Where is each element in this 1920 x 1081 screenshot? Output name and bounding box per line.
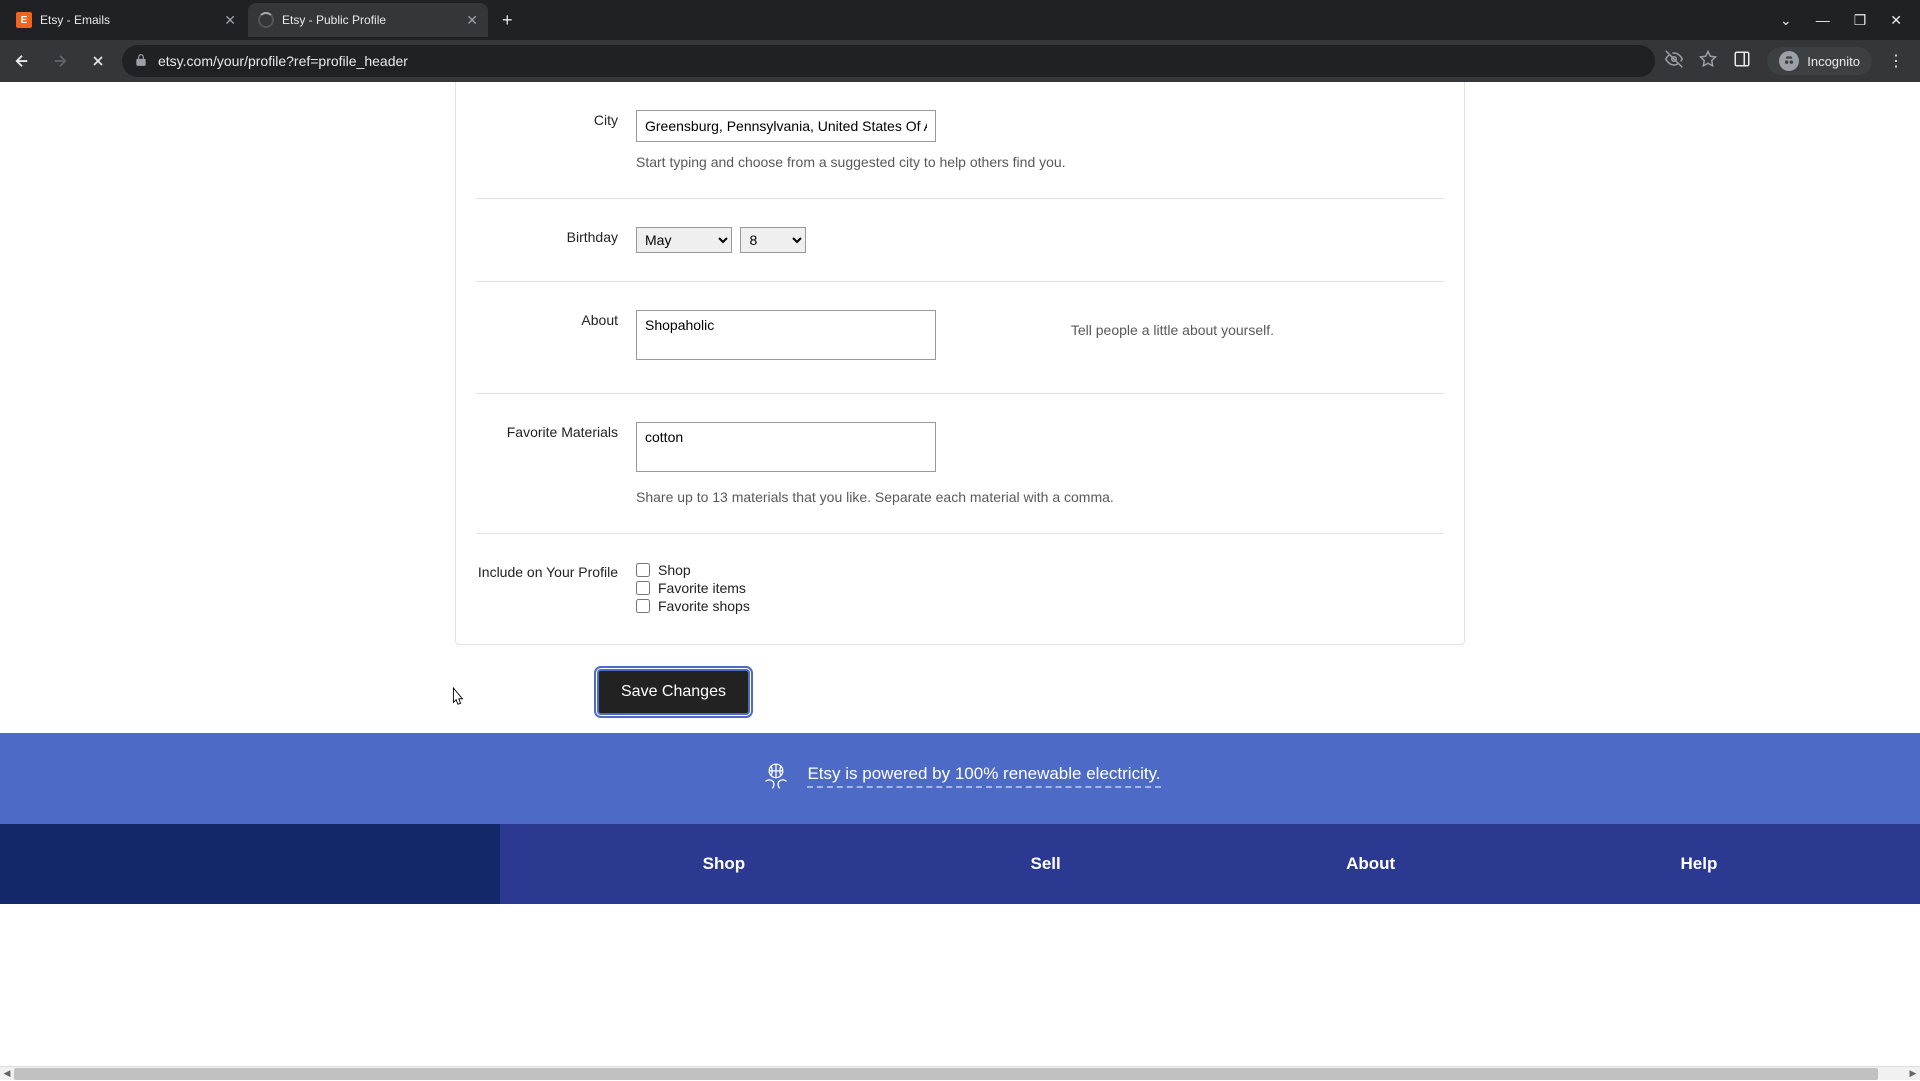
footer-col-help[interactable]: Help [1680, 854, 1717, 874]
new-tab-button[interactable]: + [490, 10, 525, 31]
tab-bar: E Etsy - Emails ✕ Etsy - Public Profile … [0, 0, 1920, 40]
checkbox-label: Favorite shops [658, 598, 750, 614]
browser-toolbar: etsy.com/your/profile?ref=profile_header… [0, 40, 1920, 82]
checkbox-fav-shops[interactable]: Favorite shops [636, 598, 1444, 614]
materials-textarea[interactable]: cotton [636, 422, 936, 472]
chevron-down-icon[interactable]: ⌄ [1780, 12, 1792, 29]
materials-label: Favorite Materials [476, 422, 636, 505]
window-controls: ⌄ — ❐ ✕ [1780, 12, 1920, 29]
footer-left-panel [0, 824, 500, 904]
checkbox-shop[interactable]: Shop [636, 562, 1444, 578]
birthday-label: Birthday [476, 227, 636, 253]
lock-icon [134, 53, 148, 70]
footer-banner: Etsy is powered by 100% renewable electr… [0, 733, 1920, 824]
horizontal-scrollbar[interactable]: ◀ ▶ [0, 1066, 1920, 1080]
birthday-day-select[interactable]: 8 [740, 227, 806, 253]
page-content: City Start typing and choose from a sugg… [0, 82, 1920, 1066]
address-bar[interactable]: etsy.com/your/profile?ref=profile_header [122, 45, 1655, 77]
include-row: Include on Your Profile Shop Favorite it… [476, 534, 1444, 644]
scroll-left-arrow[interactable]: ◀ [0, 1067, 14, 1081]
incognito-icon [1779, 51, 1799, 71]
footer-col-shop[interactable]: Shop [703, 854, 746, 874]
birthday-month-select[interactable]: May [636, 227, 732, 253]
eye-off-icon[interactable] [1665, 50, 1683, 73]
city-input[interactable] [636, 110, 936, 142]
url-text: etsy.com/your/profile?ref=profile_header [158, 53, 408, 69]
city-label: City [476, 110, 636, 170]
close-icon[interactable]: ✕ [224, 12, 236, 29]
about-textarea[interactable]: Shopaholic [636, 310, 936, 360]
globe-hands-icon [759, 759, 793, 793]
toolbar-right: Incognito ⋮ [1665, 47, 1912, 75]
checkbox-input[interactable] [636, 599, 650, 613]
save-button[interactable]: Save Changes [597, 669, 750, 715]
forward-button[interactable] [46, 47, 74, 75]
close-icon[interactable]: ✕ [466, 12, 478, 29]
checkbox-input[interactable] [636, 581, 650, 595]
stop-button[interactable] [84, 47, 112, 75]
about-label: About [476, 310, 636, 365]
tab-title: Etsy - Public Profile [282, 13, 386, 27]
birthday-row: Birthday May 8 [476, 199, 1444, 282]
banner-text[interactable]: Etsy is powered by 100% renewable electr… [807, 764, 1160, 788]
minimize-button[interactable]: — [1816, 12, 1830, 28]
browser-chrome: E Etsy - Emails ✕ Etsy - Public Profile … [0, 0, 1920, 82]
star-icon[interactable] [1699, 50, 1717, 73]
materials-row: Favorite Materials cotton Share up to 13… [476, 394, 1444, 534]
checkbox-label: Favorite items [658, 580, 746, 596]
city-hint: Start typing and choose from a suggested… [636, 154, 1444, 170]
menu-icon[interactable]: ⋮ [1888, 51, 1904, 71]
city-row: City Start typing and choose from a sugg… [476, 82, 1444, 199]
incognito-label: Incognito [1807, 54, 1860, 69]
loading-spinner-icon [258, 12, 274, 28]
back-button[interactable] [8, 47, 36, 75]
include-label: Include on Your Profile [476, 562, 636, 616]
checkbox-label: Shop [658, 562, 691, 578]
checkbox-fav-items[interactable]: Favorite items [636, 580, 1444, 596]
footer-col-sell[interactable]: Sell [1030, 854, 1060, 874]
maximize-button[interactable]: ❐ [1854, 12, 1867, 29]
about-hint: Tell people a little about yourself. [1071, 322, 1274, 338]
close-window-button[interactable]: ✕ [1890, 12, 1902, 29]
tab-title: Etsy - Emails [40, 13, 110, 27]
etsy-favicon: E [16, 12, 32, 28]
side-panel-icon[interactable] [1733, 50, 1751, 73]
tab-profile[interactable]: Etsy - Public Profile ✕ [248, 3, 488, 37]
footer-nav: Shop Sell About Help [0, 824, 1920, 904]
profile-form-card: City Start typing and choose from a sugg… [455, 82, 1465, 645]
tab-emails[interactable]: E Etsy - Emails ✕ [6, 3, 246, 37]
footer-col-about[interactable]: About [1346, 854, 1395, 874]
scroll-thumb[interactable] [14, 1068, 1878, 1080]
about-row: About Shopaholic Tell people a little ab… [476, 282, 1444, 394]
incognito-badge[interactable]: Incognito [1767, 47, 1872, 75]
checkbox-input[interactable] [636, 563, 650, 577]
materials-hint: Share up to 13 materials that you like. … [636, 489, 1444, 505]
scroll-right-arrow[interactable]: ▶ [1906, 1067, 1920, 1081]
